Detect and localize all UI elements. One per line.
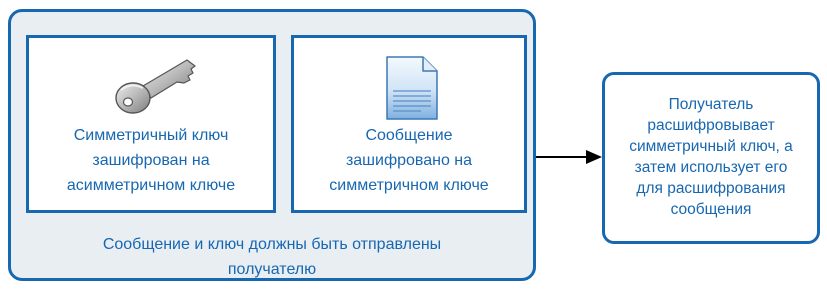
- caption-line: зашифровано на: [345, 152, 473, 169]
- caption-line: Получатель: [668, 96, 754, 113]
- send-arrow: [536, 150, 602, 164]
- caption-line: получателю: [227, 261, 317, 278]
- caption-line: сообщения: [670, 201, 752, 218]
- recipient-caption: Получатель расшифровывает симметричный к…: [605, 94, 817, 220]
- document-icon: [386, 56, 438, 120]
- caption-line: Сообщение и ключ должны быть отправлены: [102, 236, 442, 253]
- caption-line: асимметричном ключе: [66, 177, 236, 194]
- encrypted-key-box: Симметричный ключ зашифрован на асимметр…: [26, 35, 276, 213]
- container-caption: Сообщение и ключ должны быть отправлены …: [8, 232, 536, 282]
- caption-line: Сообщение: [365, 127, 453, 144]
- encrypted-message-caption: Сообщение зашифровано на симметричном кл…: [294, 123, 524, 198]
- caption-line: зашифрован на: [92, 152, 210, 169]
- caption-line: затем использует его: [634, 159, 788, 176]
- caption-line: для расшифрования: [636, 180, 786, 197]
- key-icon: [115, 59, 196, 114]
- diagram-canvas: Симметричный ключ зашифрован на асимметр…: [0, 0, 827, 289]
- recipient-box: Получатель расшифровывает симметричный к…: [602, 72, 820, 244]
- encrypted-message-box: Сообщение зашифровано на симметричном кл…: [291, 35, 527, 213]
- caption-line: симметричный ключ, а: [629, 138, 793, 155]
- caption-line: симметричном ключе: [329, 177, 489, 194]
- encrypted-key-caption: Симметричный ключ зашифрован на асимметр…: [29, 123, 273, 198]
- caption-line: Симметричный ключ: [73, 127, 229, 144]
- caption-line: расшифровывает: [647, 117, 775, 134]
